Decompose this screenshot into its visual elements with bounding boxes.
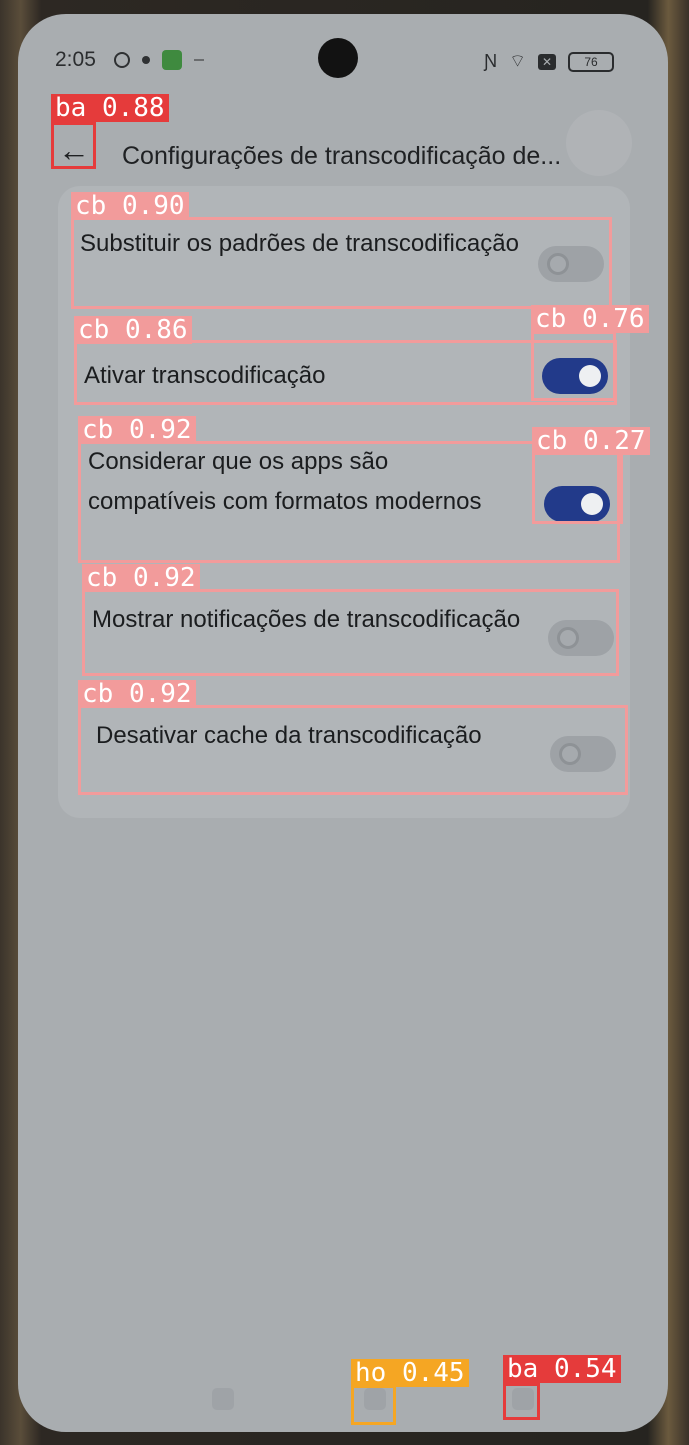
recents-button[interactable] — [212, 1388, 234, 1410]
dot-icon — [142, 56, 150, 64]
front-camera — [318, 38, 358, 78]
detection-box — [351, 1385, 396, 1425]
detection-box — [532, 452, 623, 524]
status-time: 2:05 — [55, 48, 96, 71]
detection-label: cb 0.92 — [78, 416, 196, 444]
sim-off-icon: ✕ — [538, 53, 556, 70]
detection-box — [78, 705, 628, 795]
battery-icon: 76 — [568, 51, 614, 72]
detection-label: ba 0.88 — [51, 94, 169, 122]
detection-label: cb 0.86 — [74, 316, 192, 344]
detection-label: ho 0.45 — [351, 1359, 469, 1387]
detection-box — [531, 331, 616, 401]
detection-box — [503, 1383, 540, 1420]
detection-box — [51, 122, 96, 169]
status-bar: 2:05 Ɲ ⌔ ✕ 76 — [18, 14, 668, 94]
status-icons-right: Ɲ ⌔ ✕ 76 — [484, 50, 614, 73]
notification-icon — [114, 52, 130, 68]
detection-label: ba 0.54 — [503, 1355, 621, 1383]
app-notification-icon — [162, 50, 182, 70]
detection-label: cb 0.27 — [532, 427, 650, 455]
detection-box — [71, 217, 612, 309]
page-title: Configurações de transcodificação de... — [122, 142, 562, 170]
detection-label: cb 0.76 — [531, 305, 649, 333]
detection-label: cb 0.90 — [71, 192, 189, 220]
detection-box — [82, 589, 619, 676]
minus-icon — [194, 59, 204, 61]
wifi-icon: ⌔ — [509, 51, 526, 71]
nfc-icon: Ɲ — [484, 51, 498, 71]
battery-level: 76 — [584, 54, 598, 69]
detection-label: cb 0.92 — [82, 564, 200, 592]
status-icons-left — [114, 50, 204, 70]
detection-label: cb 0.92 — [78, 680, 196, 708]
